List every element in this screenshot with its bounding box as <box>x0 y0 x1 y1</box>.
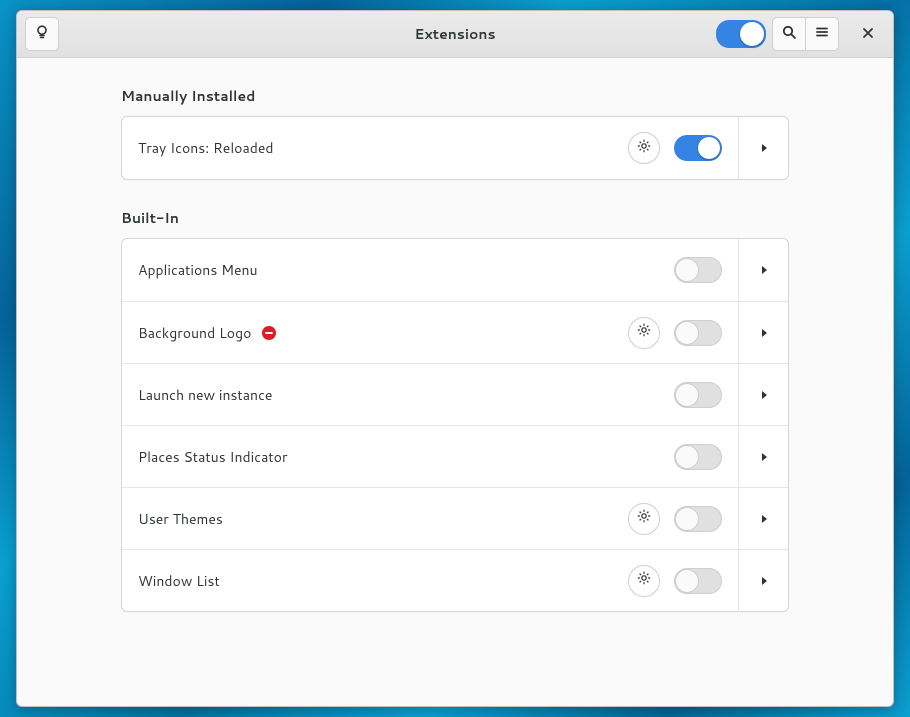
extension-row: Applications Menu <box>122 239 788 301</box>
extension-name: Places Status Indicator <box>138 447 287 467</box>
hamburger-icon <box>814 24 830 45</box>
extension-prefs-button[interactable] <box>628 317 660 349</box>
chevron-right-icon <box>759 385 769 405</box>
extension-expand-button[interactable] <box>738 488 788 550</box>
global-enable-switch[interactable] <box>716 20 766 48</box>
extension-prefs-button[interactable] <box>628 503 660 535</box>
close-button[interactable] <box>851 17 885 51</box>
extension-expand-button[interactable] <box>738 302 788 364</box>
extension-expand-button[interactable] <box>738 239 788 301</box>
extension-enable-switch[interactable] <box>674 568 722 594</box>
extension-row: Tray Icons: Reloaded <box>122 117 788 179</box>
extension-name: User Themes <box>138 509 223 529</box>
extension-name: Window List <box>138 571 220 591</box>
extension-prefs-button[interactable] <box>628 132 660 164</box>
extension-expand-button[interactable] <box>738 364 788 426</box>
list-builtin: Applications Menu Background Logo Launch … <box>121 238 789 612</box>
extension-row: Background Logo <box>122 301 788 363</box>
content-area: Manually Installed Tray Icons: Reloaded … <box>17 58 893 706</box>
extension-enable-switch[interactable] <box>674 135 722 161</box>
gear-icon <box>636 570 652 591</box>
extension-name: Launch new instance <box>138 385 272 405</box>
chevron-right-icon <box>759 447 769 467</box>
extension-expand-button[interactable] <box>738 426 788 488</box>
chevron-right-icon <box>759 571 769 591</box>
chevron-right-icon <box>759 138 769 158</box>
close-icon <box>862 24 874 44</box>
section-title-manual: Manually Installed <box>121 86 789 106</box>
chevron-right-icon <box>759 509 769 529</box>
extension-enable-switch[interactable] <box>674 257 722 283</box>
lightbulb-icon <box>34 24 50 45</box>
gear-icon <box>636 138 652 159</box>
about-button[interactable] <box>25 17 59 51</box>
extension-enable-switch[interactable] <box>674 320 722 346</box>
gear-icon <box>636 508 652 529</box>
extension-row: Window List <box>122 549 788 611</box>
extension-enable-switch[interactable] <box>674 506 722 532</box>
section-builtin: Built-In Applications Menu Background Log… <box>121 208 789 612</box>
error-icon <box>261 325 277 341</box>
section-manual: Manually Installed Tray Icons: Reloaded <box>121 86 789 180</box>
extension-prefs-button[interactable] <box>628 565 660 597</box>
extensions-window: Extensions <box>16 10 894 707</box>
search-icon <box>781 24 797 45</box>
extension-expand-button[interactable] <box>738 550 788 612</box>
extension-name: Background Logo <box>138 323 251 343</box>
extension-name: Tray Icons: Reloaded <box>138 138 274 158</box>
extension-row: Places Status Indicator <box>122 425 788 487</box>
chevron-right-icon <box>759 260 769 280</box>
titlebar: Extensions <box>17 11 893 58</box>
extension-expand-button[interactable] <box>738 117 788 179</box>
extension-enable-switch[interactable] <box>674 444 722 470</box>
section-title-builtin: Built-In <box>121 208 789 228</box>
search-button[interactable] <box>772 17 806 51</box>
extension-name: Applications Menu <box>138 260 258 280</box>
gear-icon <box>636 322 652 343</box>
extension-row: Launch new instance <box>122 363 788 425</box>
extension-row: User Themes <box>122 487 788 549</box>
chevron-right-icon <box>759 323 769 343</box>
list-manual: Tray Icons: Reloaded <box>121 116 789 180</box>
extension-enable-switch[interactable] <box>674 382 722 408</box>
menu-button[interactable] <box>805 17 839 51</box>
